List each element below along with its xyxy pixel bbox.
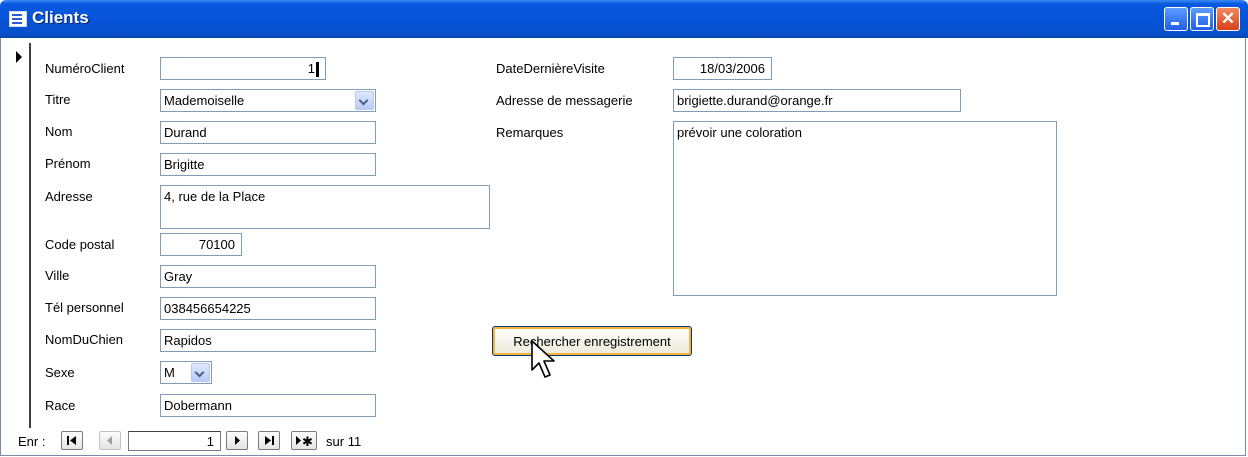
new-record-button[interactable]: ✱	[291, 431, 317, 450]
chevron-down-icon[interactable]	[191, 363, 210, 382]
previous-record-icon	[107, 436, 112, 445]
nom-field[interactable]: Durand	[160, 121, 376, 144]
svg-text:✱: ✱	[302, 435, 313, 449]
current-record-input[interactable]: 1	[128, 431, 221, 451]
title-bar[interactable]: Clients ✕	[0, 0, 1248, 38]
ville-field[interactable]: Gray	[160, 265, 376, 288]
last-record-icon	[265, 436, 274, 445]
text-caret	[316, 62, 319, 78]
label-nom: Nom	[45, 124, 73, 139]
label-date-derniere-visite: DateDernièreVisite	[496, 61, 605, 76]
record-total: sur 11	[326, 434, 361, 449]
next-record-button[interactable]	[226, 431, 248, 450]
minimize-button[interactable]	[1164, 7, 1188, 31]
maximize-icon	[1196, 13, 1210, 27]
chevron-down-icon[interactable]	[355, 91, 374, 110]
record-navigation-bar: Enr : 1 ✱ sur 11	[0, 428, 1246, 456]
total-prefix: sur	[326, 434, 345, 449]
record-selector[interactable]	[5, 43, 31, 428]
total-count: 11	[347, 434, 362, 449]
first-record-icon	[67, 436, 76, 445]
label-race: Race	[45, 398, 76, 413]
label-titre: Titre	[45, 92, 71, 107]
adresse-messagerie-field[interactable]: brigiette.durand@orange.fr	[673, 89, 961, 112]
label-sexe: Sexe	[45, 365, 75, 380]
minimize-icon	[1171, 22, 1179, 25]
rechercher-enregistrement-button[interactable]: Rechercher enregistrement	[492, 326, 692, 356]
label-code-postal: Code postal	[45, 237, 115, 252]
race-field[interactable]: Dobermann	[160, 394, 376, 417]
first-record-button[interactable]	[61, 431, 83, 450]
close-icon: ✕	[1220, 9, 1236, 28]
label-prenom: Prénom	[45, 156, 91, 171]
adresse-field[interactable]: 4, rue de la Place	[160, 185, 490, 229]
current-record-arrow-icon	[16, 51, 22, 63]
mouse-pointer-icon	[531, 340, 555, 378]
label-ville: Ville	[45, 268, 70, 283]
record-label: Enr :	[18, 434, 46, 449]
last-record-button[interactable]	[258, 431, 280, 450]
titre-combo[interactable]: Mademoiselle	[160, 89, 376, 112]
label-remarques: Remarques	[496, 125, 564, 140]
remarques-field[interactable]: prévoir une coloration	[673, 121, 1057, 296]
sexe-value: M	[164, 365, 175, 380]
close-button[interactable]: ✕	[1216, 7, 1240, 31]
form-icon	[9, 11, 27, 27]
prenom-field[interactable]: Brigitte	[160, 153, 376, 176]
titre-value: Mademoiselle	[164, 93, 245, 108]
window-title: Clients	[32, 8, 89, 27]
next-record-icon	[235, 436, 240, 445]
label-adresse: Adresse	[45, 189, 93, 204]
code-postal-field[interactable]: 70100	[160, 233, 242, 256]
date-derniere-visite-field[interactable]: 18/03/2006	[673, 57, 772, 80]
tel-personnel-field[interactable]: 038456654225	[160, 297, 376, 320]
label-adresse-messagerie: Adresse de messagerie	[496, 93, 633, 108]
new-record-icon: ✱	[296, 435, 313, 449]
label-numero-client: NuméroClient	[45, 61, 125, 76]
previous-record-button[interactable]	[99, 431, 121, 450]
label-tel-personnel: Tél personnel	[45, 300, 124, 315]
sexe-combo[interactable]: M	[160, 361, 212, 384]
nom-du-chien-field[interactable]: Rapidos	[160, 329, 376, 352]
maximize-button[interactable]	[1190, 7, 1214, 31]
label-nom-du-chien: NomDuChien	[45, 332, 124, 347]
numero-client-field[interactable]: 1	[160, 57, 326, 80]
numero-client-value: 1	[307, 61, 315, 76]
